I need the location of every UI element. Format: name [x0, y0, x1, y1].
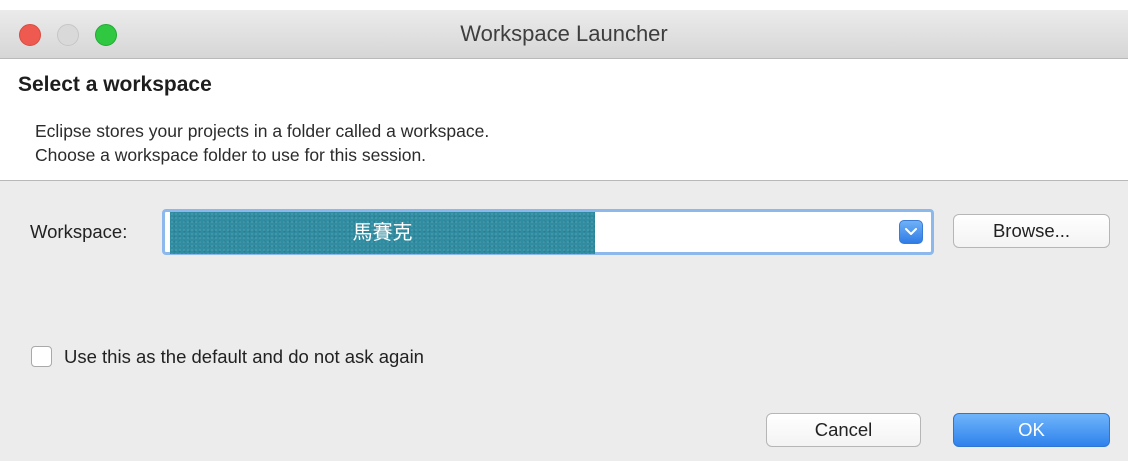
default-checkbox-label[interactable]: Use this as the default and do not ask a… — [64, 346, 424, 368]
combo-dropdown-button[interactable] — [899, 220, 923, 244]
browse-button[interactable]: Browse... — [953, 214, 1110, 248]
ok-button[interactable]: OK — [953, 413, 1110, 447]
cancel-button[interactable]: Cancel — [766, 413, 921, 447]
chevron-down-icon — [905, 228, 917, 235]
workspace-launcher-window: Workspace Launcher Select a workspace Ec… — [0, 0, 1128, 461]
default-checkbox[interactable] — [31, 346, 52, 367]
description-line: Choose a workspace folder to use for thi… — [35, 145, 427, 165]
workspace-path-value: 馬賽克 — [170, 212, 595, 254]
section-title: Select a workspace — [18, 73, 212, 96]
description-line: Eclipse stores your projects in a folder… — [35, 121, 490, 141]
workspace-combo-input[interactable]: 馬賽克 — [162, 209, 934, 255]
window-title: Workspace Launcher — [460, 21, 668, 46]
title-bar: Workspace Launcher — [0, 10, 1128, 59]
top-strip — [0, 0, 1128, 10]
header-area: Select a workspace Eclipse stores your p… — [0, 59, 1128, 181]
workspace-label: Workspace: — [30, 221, 128, 242]
